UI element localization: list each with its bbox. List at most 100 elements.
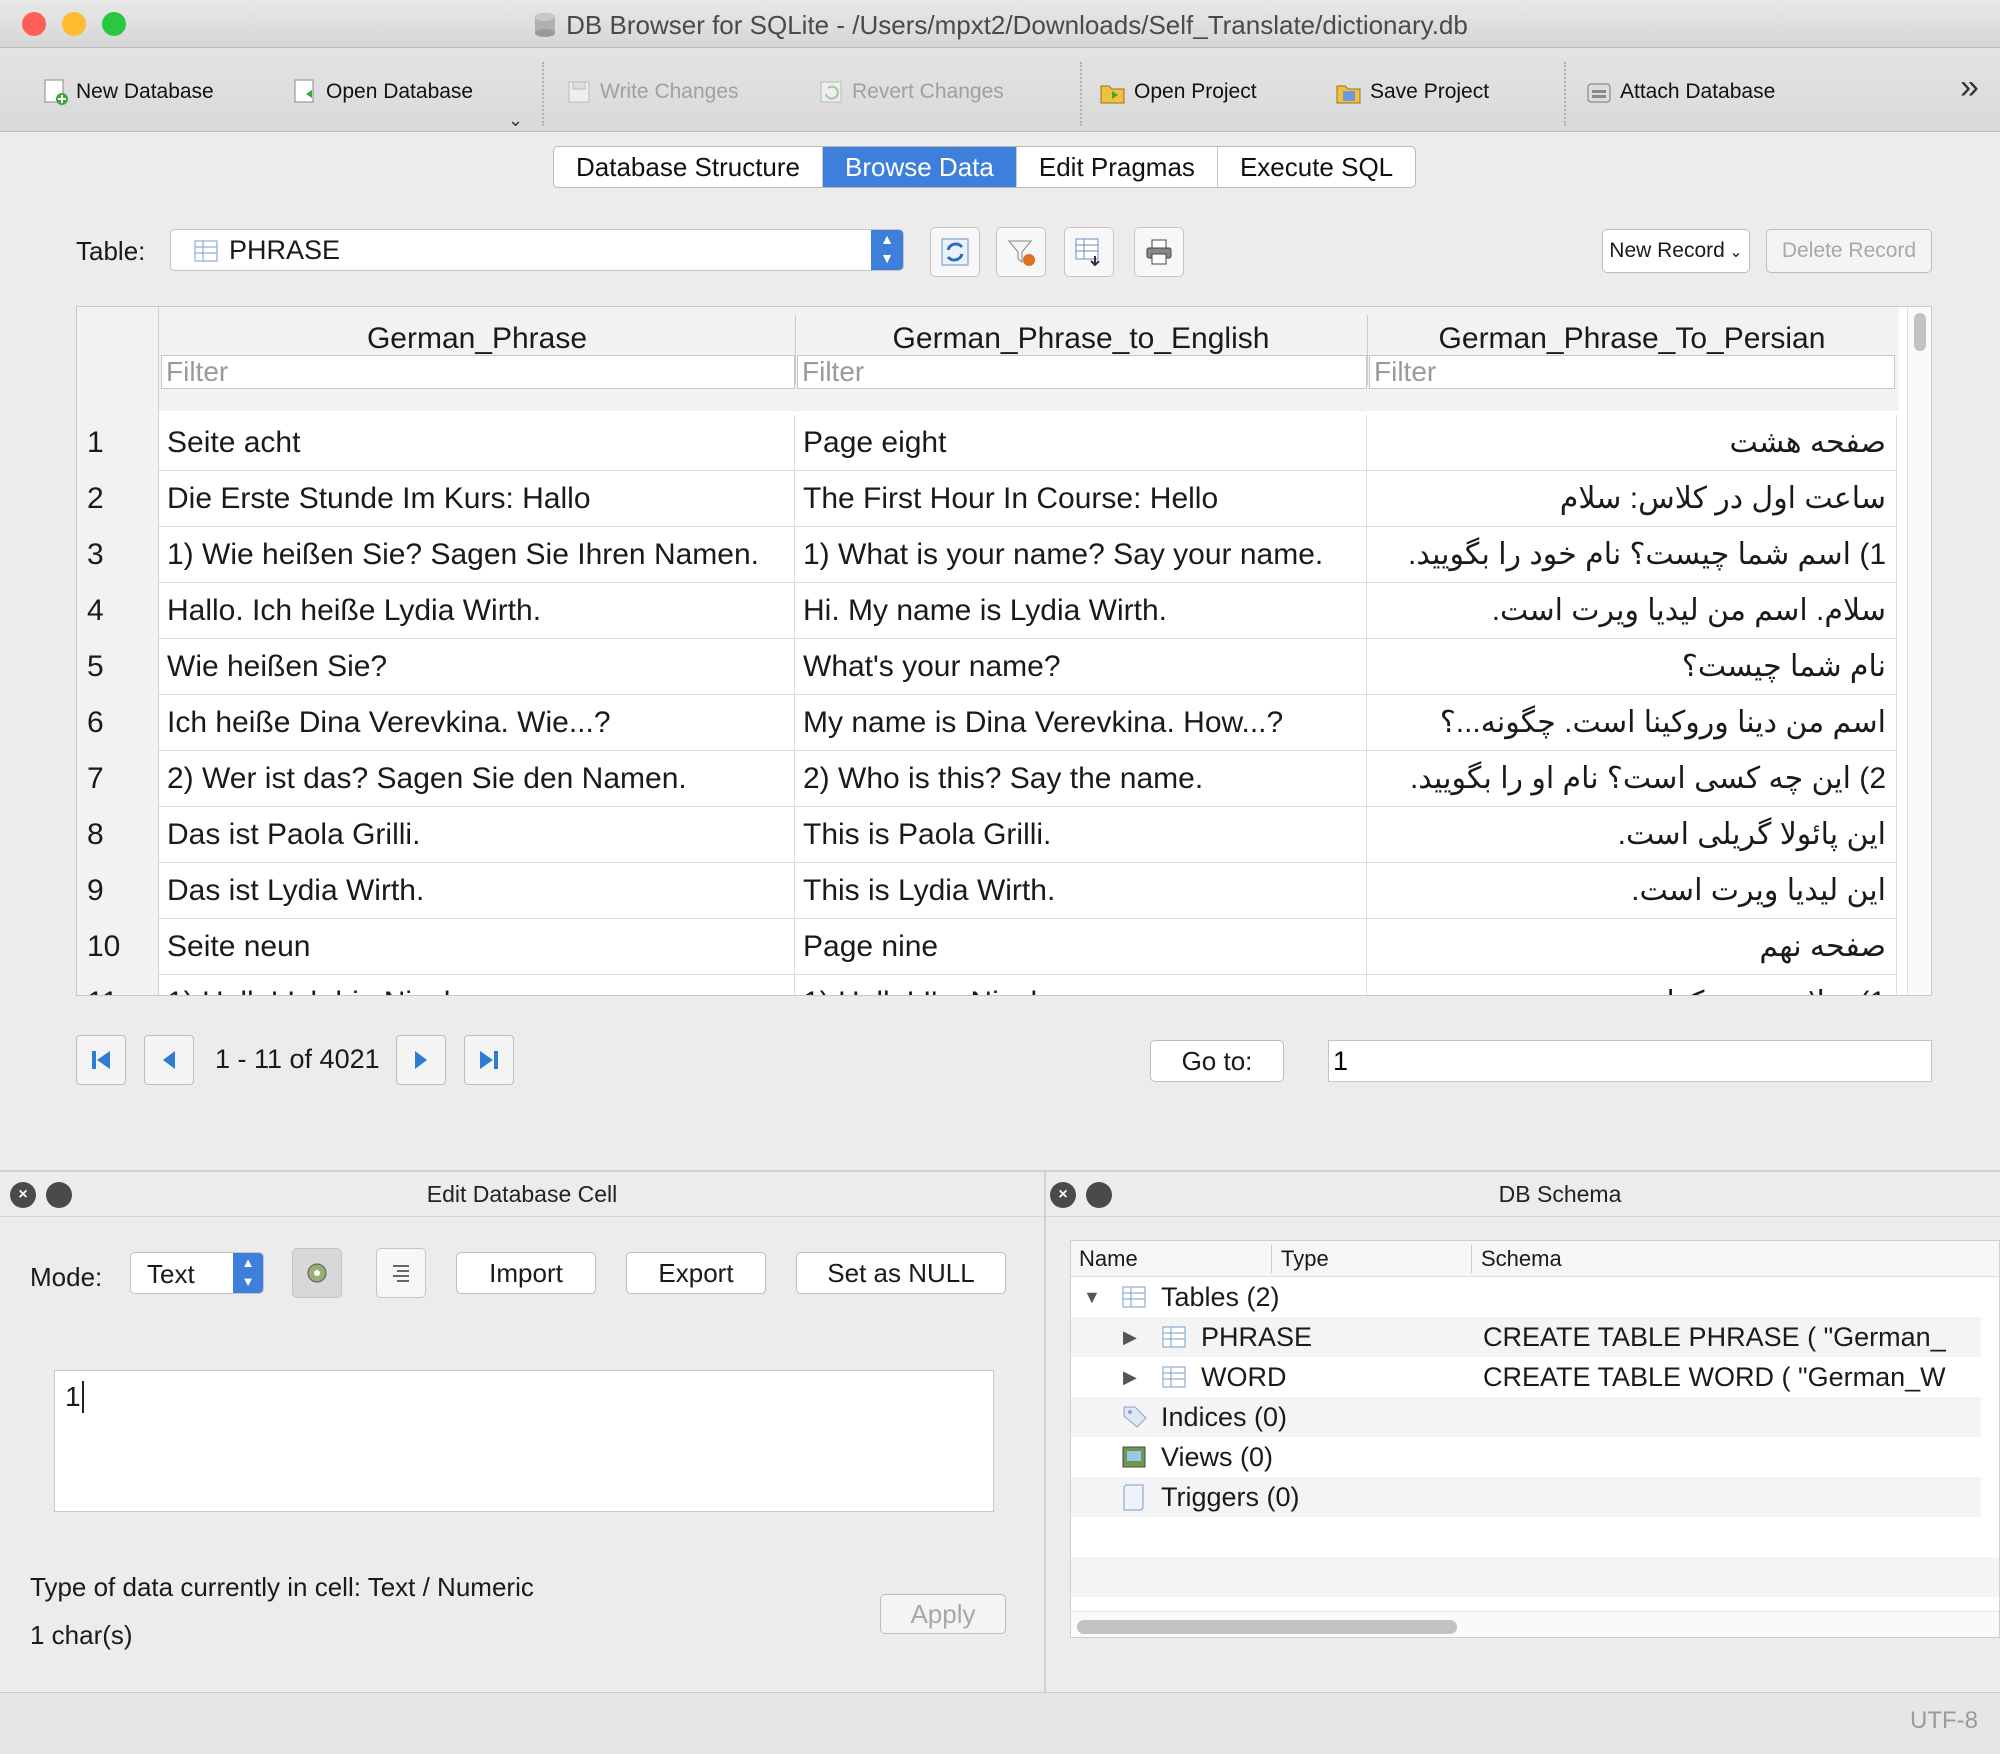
row-number[interactable]: 6 <box>87 695 147 751</box>
cell-german-to-persian[interactable]: اسم من دینا وروکینا است. چگونه...؟ <box>1367 695 1897 751</box>
cell-german-phrase[interactable]: 1) Wie heißen Sie? Sagen Sie Ihren Namen… <box>159 527 795 583</box>
import-button[interactable]: Import <box>456 1252 596 1294</box>
goto-button[interactable]: Go to: <box>1150 1040 1284 1082</box>
save-project-button[interactable]: Save Project <box>1334 72 1489 112</box>
schema-indices-row[interactable]: Indices (0) <box>1071 1397 1981 1437</box>
schema-phrase-row[interactable]: ▶ PHRASE CREATE TABLE PHRASE ( "German_ <box>1071 1317 1981 1357</box>
last-page-button[interactable] <box>464 1035 514 1085</box>
auto-format-toggle[interactable] <box>292 1248 342 1298</box>
filter-input-german-to-persian[interactable]: Filter <box>1369 355 1895 389</box>
refresh-button[interactable] <box>930 227 980 277</box>
cell-german-to-english[interactable]: The First Hour In Course: Hello <box>795 471 1367 527</box>
cell-german-to-english[interactable]: Page eight <box>795 415 1367 471</box>
apply-button[interactable]: Apply <box>880 1594 1006 1634</box>
cell-german-to-english[interactable]: 1) What is your name? Say your name. <box>795 527 1367 583</box>
row-number[interactable]: 5 <box>87 639 147 695</box>
open-database-button[interactable]: Open Database <box>292 72 473 112</box>
chevron-down-icon[interactable]: ⌄ <box>508 110 523 131</box>
cell-german-to-english[interactable]: This is Lydia Wirth. <box>795 863 1367 919</box>
new-record-button[interactable]: New Record ⌄ <box>1602 229 1750 273</box>
cell-german-to-english[interactable]: Page nine <box>795 919 1367 975</box>
next-page-button[interactable] <box>396 1035 446 1085</box>
disclosure-down-icon[interactable]: ▼ <box>1083 1277 1101 1317</box>
toolbar-overflow-button[interactable]: » <box>1960 68 1979 107</box>
schema-views-row[interactable]: Views (0) <box>1071 1437 1981 1477</box>
cell-german-to-persian[interactable]: ساعت اول در کلاس: سلام <box>1367 471 1897 527</box>
cell-german-phrase[interactable]: Ich heiße Dina Verevkina. Wie...? <box>159 695 795 751</box>
row-number[interactable]: 11 <box>87 975 147 995</box>
cell-german-phrase[interactable]: Seite neun <box>159 919 795 975</box>
cell-german-to-persian[interactable]: 2) این چه کسی است؟ نام او را بگویید. <box>1367 751 1897 807</box>
export-button[interactable]: Export <box>626 1252 766 1294</box>
schema-word-row[interactable]: ▶ WORD CREATE TABLE WORD ( "German_W <box>1071 1357 1981 1397</box>
scrollbar-thumb[interactable] <box>1077 1620 1457 1634</box>
disclosure-right-icon[interactable]: ▶ <box>1123 1317 1137 1357</box>
cell-german-phrase[interactable]: Wie heißen Sie? <box>159 639 795 695</box>
column-header-german-to-english[interactable]: German_Phrase_to_English <box>795 319 1367 359</box>
clear-filters-button[interactable] <box>996 227 1046 277</box>
row-number[interactable]: 8 <box>87 807 147 863</box>
table-row[interactable]: 4 Hallo. Ich heiße Lydia Wirth. Hi. My nam… <box>77 583 1897 639</box>
table-row[interactable]: 6 Ich heiße Dina Verevkina. Wie...? My nam… <box>77 695 1897 751</box>
word-wrap-toggle[interactable] <box>376 1248 426 1298</box>
cell-german-to-persian[interactable]: این پائولا گریلی است. <box>1367 807 1897 863</box>
cell-german-phrase[interactable]: Hallo. Ich heiße Lydia Wirth. <box>159 583 795 639</box>
delete-record-button[interactable]: Delete Record <box>1766 229 1932 273</box>
table-row[interactable]: 1 Seite acht Page eight صفحه هشت <box>77 415 1897 471</box>
revert-changes-button[interactable]: Revert Changes <box>818 72 1004 112</box>
row-number[interactable]: 9 <box>87 863 147 919</box>
cell-german-to-persian[interactable]: صفحه هشت <box>1367 415 1897 471</box>
table-select[interactable]: PHRASE ▲ ▼ <box>170 229 904 271</box>
schema-col-name[interactable]: Name <box>1079 1241 1138 1277</box>
cell-german-to-persian[interactable]: سلام. اسم من لیدیا ویرت است. <box>1367 583 1897 639</box>
row-number[interactable]: 1 <box>87 415 147 471</box>
schema-col-schema[interactable]: Schema <box>1481 1241 1562 1277</box>
cell-german-to-persian[interactable]: 1) سلام، من نیکول <box>1367 975 1897 995</box>
cell-german-to-persian[interactable]: نام شما چیست؟ <box>1367 639 1897 695</box>
save-table-as-button[interactable] <box>1064 227 1114 277</box>
disclosure-right-icon[interactable]: ▶ <box>1123 1357 1137 1397</box>
new-database-button[interactable]: New Database <box>42 72 214 112</box>
tab-edit-pragmas[interactable]: Edit Pragmas <box>1017 147 1218 187</box>
cell-german-phrase[interactable]: Die Erste Stunde Im Kurs: Hallo <box>159 471 795 527</box>
table-row[interactable]: 11 1) Hallo! Ich bin Nicole1) Hello! I'm … <box>77 975 1897 995</box>
filter-input-german-phrase[interactable]: Filter <box>161 355 795 389</box>
vertical-scrollbar[interactable] <box>1907 307 1931 995</box>
column-header-german-to-persian[interactable]: German_Phrase_To_Persian <box>1367 319 1897 359</box>
cell-german-to-persian[interactable]: این لیدیا ویرت است. <box>1367 863 1897 919</box>
row-number[interactable]: 10 <box>87 919 147 975</box>
cell-german-to-english[interactable]: What's your name? <box>795 639 1367 695</box>
row-number[interactable]: 2 <box>87 471 147 527</box>
row-number[interactable]: 3 <box>87 527 147 583</box>
tab-execute-sql[interactable]: Execute SQL <box>1218 147 1415 187</box>
table-row[interactable]: 3 1) Wie heißen Sie? Sagen Sie Ihren Name… <box>77 527 1897 583</box>
mode-select[interactable]: Text ▲ ▼ <box>130 1252 264 1294</box>
scrollbar-thumb[interactable] <box>1914 313 1926 351</box>
cell-german-to-persian[interactable]: 1) اسم شما چیست؟ نام خود را بگویید. <box>1367 527 1897 583</box>
cell-german-phrase[interactable]: 1) Hallo! Ich bin Nicole <box>159 975 795 995</box>
cell-german-to-english[interactable]: 2) Who is this? Say the name. <box>795 751 1367 807</box>
cell-german-to-persian[interactable]: صفحه نهم <box>1367 919 1897 975</box>
set-null-button[interactable]: Set as NULL <box>796 1252 1006 1294</box>
horizontal-scrollbar[interactable] <box>1071 1611 1999 1637</box>
cell-german-to-english[interactable]: My name is Dina Verevkina. How...? <box>795 695 1367 751</box>
table-row[interactable]: 7 2) Wer ist das? Sagen Sie den Namen. 2) … <box>77 751 1897 807</box>
first-page-button[interactable] <box>76 1035 126 1085</box>
previous-page-button[interactable] <box>144 1035 194 1085</box>
schema-tables-row[interactable]: ▼ Tables (2) <box>1071 1277 1981 1317</box>
schema-col-type[interactable]: Type <box>1281 1241 1329 1277</box>
table-row[interactable]: 5 Wie heißen Sie? What's your name? نام شما… <box>77 639 1897 695</box>
cell-german-to-english[interactable]: 1) Hello! I'm Nicole <box>795 975 1367 995</box>
table-row[interactable]: 10 Seite neun Page nine صفحه نهم <box>77 919 1897 975</box>
attach-database-button[interactable]: Attach Database <box>1584 72 1775 112</box>
cell-german-phrase[interactable]: Das ist Lydia Wirth. <box>159 863 795 919</box>
print-button[interactable] <box>1134 227 1184 277</box>
cell-german-phrase[interactable]: 2) Wer ist das? Sagen Sie den Namen. <box>159 751 795 807</box>
schema-triggers-row[interactable]: Triggers (0) <box>1071 1477 1981 1517</box>
row-number[interactable]: 4 <box>87 583 147 639</box>
tab-browse-data[interactable]: Browse Data <box>823 147 1017 187</box>
cell-german-to-english[interactable]: Hi. My name is Lydia Wirth. <box>795 583 1367 639</box>
table-row[interactable]: 2 Die Erste Stunde Im Kurs: Hallo The Firs… <box>77 471 1897 527</box>
cell-editor[interactable]: 1 <box>54 1370 994 1512</box>
filter-input-german-to-english[interactable]: Filter <box>797 355 1367 389</box>
